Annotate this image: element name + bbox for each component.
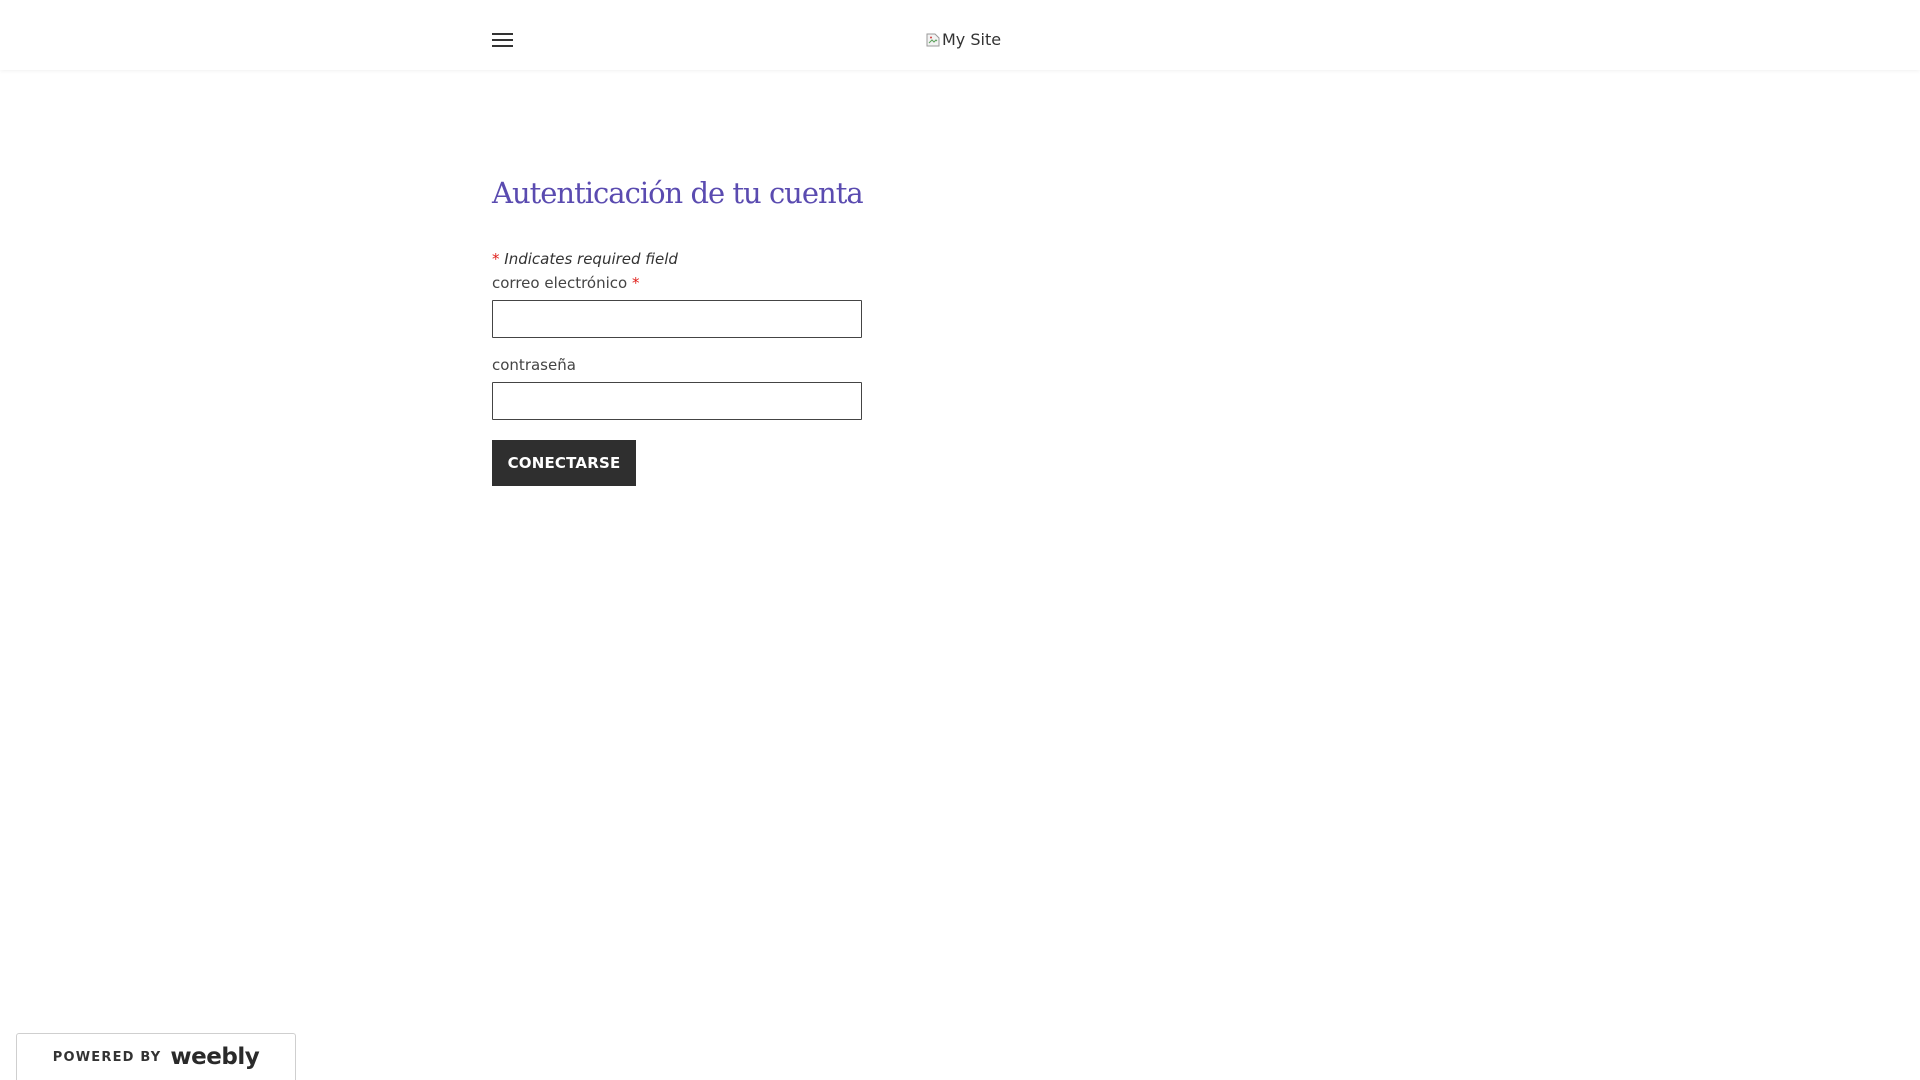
powered-by-weebly-badge[interactable]: POWERED BY weebly [16,1033,296,1080]
site-header: My Site [0,0,1920,70]
site-logo-link[interactable]: My Site [925,30,1001,49]
email-label: correo electrónico * [492,274,640,292]
required-field-note: * Indicates required field [492,250,678,268]
required-star: * [492,250,500,268]
site-logo-alt-text: My Site [942,30,1002,49]
email-field[interactable] [492,300,862,338]
broken-image-icon [926,33,940,46]
password-label-text: contraseña [492,356,576,374]
required-note-text: Indicates required field [504,250,678,268]
password-label: contraseña [492,356,576,374]
hamburger-menu-icon[interactable] [492,31,513,47]
login-button[interactable]: CONECTARSE [492,440,636,486]
hamburger-line [492,45,513,47]
hamburger-line [492,39,513,41]
page-title: Autenticación de tu cuenta [492,176,864,210]
email-label-text: correo electrónico [492,274,628,292]
powered-by-text: POWERED BY [52,1049,162,1065]
weebly-logo: weebly [170,1044,260,1070]
password-field[interactable] [492,382,862,420]
hamburger-line [492,33,513,35]
email-required-star: * [632,274,640,292]
